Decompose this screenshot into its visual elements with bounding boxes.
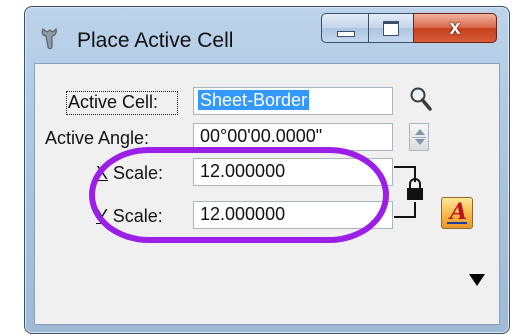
down-triangle-icon[interactable] [469,274,485,286]
x-scale-label: X Scale: [96,163,164,183]
y-scale-input[interactable]: 12.000000 [193,201,393,229]
dialog-body: Active Cell: Sheet-Border Active Angle: … [34,63,500,325]
x-scale-input[interactable]: 12.000000 [193,158,393,186]
text-style-button[interactable]: A [441,197,473,229]
minimize-button[interactable] [321,13,368,43]
close-icon: x [449,16,461,39]
lock-icon[interactable] [405,177,425,203]
spin-up-icon[interactable] [415,129,425,135]
active-angle-input[interactable]: 00°00'00.0000" [193,123,393,151]
maximize-icon [383,21,399,36]
window-title: Place Active Cell [77,29,234,52]
caption-buttons: x [321,13,497,43]
place-active-cell-window: Place Active Cell x Active Cell: Sheet-B… [24,6,510,334]
spin-divider [412,137,426,138]
y-scale-label: Y Scale: [96,206,163,226]
active-cell-input[interactable]: Sheet-Border [193,87,393,115]
scale-lock-bracket-bottom [394,202,416,218]
active-angle-label: Active Angle: [45,128,150,148]
angle-spinner[interactable] [409,123,429,151]
magnifier-icon[interactable] [409,86,433,112]
wrench-cell-icon [41,28,57,49]
maximize-button[interactable] [368,13,413,43]
close-button[interactable]: x [413,13,497,43]
minimize-icon [337,31,355,37]
active-cell-focus [66,91,178,115]
title-bar[interactable]: Place Active Cell x [25,7,509,63]
spin-down-icon[interactable] [415,139,425,145]
text-style-underline [447,222,467,224]
